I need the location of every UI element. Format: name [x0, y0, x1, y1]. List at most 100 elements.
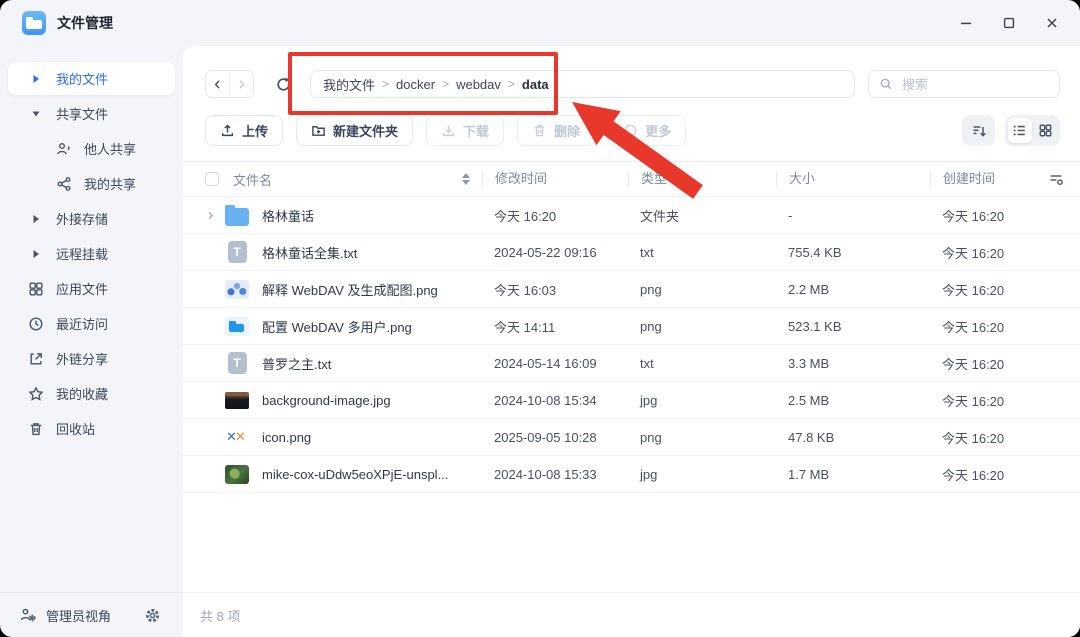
file-modified: 今天 14:11 — [482, 317, 628, 336]
list-view-button[interactable] — [1008, 118, 1032, 143]
file-type: txt — [628, 356, 776, 371]
more-circle-icon — [623, 123, 638, 138]
table-row[interactable]: mike-cox-uDdw5eoXPjE-unspl... 2024-10-08… — [183, 456, 1080, 493]
file-type: png — [628, 430, 776, 445]
star-icon — [28, 386, 44, 402]
breadcrumb-segment[interactable]: 我的文件 — [323, 75, 375, 94]
sidebar-item[interactable]: 我的共享 — [8, 167, 175, 200]
sidebar-item[interactable]: 外接存储 — [8, 202, 175, 235]
breadcrumb-separator: > — [442, 77, 449, 91]
file-size: 47.8 KB — [776, 430, 930, 445]
sidebar-item[interactable]: 外链分享 — [8, 342, 175, 375]
file-created: 今天 16:20 — [930, 317, 1030, 336]
column-header-name[interactable]: 文件名 — [233, 170, 482, 189]
toolbar: 上传 新建文件夹 下载 删除 更多 — [205, 115, 1060, 146]
breadcrumb-segment-current[interactable]: data — [522, 77, 549, 92]
new-folder-button[interactable]: 新建文件夹 — [296, 115, 413, 146]
file-created: 今天 16:20 — [930, 354, 1030, 373]
share-icon — [56, 176, 72, 192]
file-type: jpg — [628, 393, 776, 408]
file-type: txt — [628, 245, 776, 260]
txt-file-icon — [228, 352, 247, 374]
folder-plus-icon — [311, 123, 326, 138]
column-header-size[interactable]: 大小 — [776, 171, 930, 187]
sidebar-item-label: 我的收藏 — [56, 384, 108, 403]
image-thumbnail-icon — [225, 280, 249, 299]
minimize-button[interactable] — [958, 15, 974, 31]
settings-gear-icon[interactable] — [144, 607, 161, 624]
refresh-button[interactable] — [269, 70, 297, 98]
file-name: 格林童话全集.txt — [262, 243, 482, 262]
sort-arrows-icon[interactable] — [462, 173, 470, 185]
sidebar-item[interactable]: 回收站 — [8, 412, 175, 445]
file-modified: 今天 16:03 — [482, 280, 628, 299]
admin-view-label[interactable]: 管理员视角 — [46, 606, 111, 625]
file-size: 1.7 MB — [776, 467, 930, 482]
file-size: - — [776, 208, 930, 223]
caret-right-icon — [28, 246, 44, 262]
sidebar-item-label: 外链分享 — [56, 349, 108, 368]
app-title: 文件管理 — [57, 13, 113, 33]
forward-button[interactable] — [230, 71, 253, 97]
navigation-row: 我的文件 > docker > webdav > data — [205, 70, 1060, 98]
maximize-button[interactable] — [1001, 15, 1017, 31]
app-logo-folder-icon — [22, 11, 46, 35]
table-row[interactable]: icon.png 2025-09-05 10:28 png 47.8 KB 今天… — [183, 419, 1080, 456]
file-modified: 2024-05-14 16:09 — [482, 356, 628, 371]
table-row[interactable]: 格林童话全集.txt 2024-05-22 09:16 txt 755.4 KB… — [183, 234, 1080, 271]
search-input[interactable] — [900, 76, 1049, 93]
download-icon — [441, 123, 456, 138]
table-row[interactable]: 普罗之主.txt 2024-05-14 16:09 txt 3.3 MB 今天 … — [183, 345, 1080, 382]
table-row[interactable]: 配置 WebDAV 多用户.png 今天 14:11 png 523.1 KB … — [183, 308, 1080, 345]
column-header-type[interactable]: 类型 — [628, 171, 776, 187]
back-button[interactable] — [206, 71, 230, 97]
breadcrumb-segment[interactable]: webdav — [456, 77, 501, 92]
txt-file-icon — [228, 241, 247, 263]
view-mode-toggle — [1005, 115, 1060, 146]
sidebar-item-label: 我的文件 — [56, 69, 108, 88]
table-row[interactable]: 格林童话 今天 16:20 文件夹 - 今天 16:20 — [183, 197, 1080, 234]
expand-icon[interactable] — [205, 210, 221, 221]
search-icon — [879, 77, 893, 91]
image-thumbnail-icon — [225, 317, 249, 336]
sort-descending-icon — [971, 123, 987, 139]
blue-folder-icon — [225, 208, 249, 226]
table-row[interactable]: background-image.jpg 2024-10-08 15:34 jp… — [183, 382, 1080, 419]
breadcrumb-separator: > — [508, 77, 515, 91]
download-button[interactable]: 下载 — [426, 115, 504, 146]
grid-view-button[interactable] — [1034, 118, 1058, 143]
sidebar-item[interactable]: 我的收藏 — [8, 377, 175, 410]
view-controls — [962, 115, 1060, 146]
item-count: 共 8 项 — [200, 606, 240, 625]
file-modified: 今天 16:20 — [482, 206, 628, 225]
select-all-checkbox[interactable] — [205, 172, 219, 186]
sidebar-item[interactable]: 他人共享 — [8, 132, 175, 165]
caret-right-icon — [28, 211, 44, 227]
breadcrumb-segment[interactable]: docker — [396, 77, 435, 92]
window-controls — [958, 15, 1060, 31]
sidebar-item[interactable]: 我的文件 — [8, 62, 175, 95]
sidebar-item[interactable]: 远程挂载 — [8, 237, 175, 270]
sidebar-item[interactable]: 最近访问 — [8, 307, 175, 340]
sidebar-item-label: 应用文件 — [56, 279, 108, 298]
column-header-created[interactable]: 创建时间 — [930, 171, 1030, 187]
file-created: 今天 16:20 — [930, 280, 1030, 299]
column-settings-icon[interactable] — [1030, 171, 1064, 187]
column-header-modified[interactable]: 修改时间 — [482, 171, 628, 187]
trash-icon — [28, 421, 44, 437]
sidebar-item-label: 共享文件 — [56, 104, 108, 123]
delete-button[interactable]: 删除 — [517, 115, 595, 146]
more-button[interactable]: 更多 — [608, 115, 686, 146]
sort-button[interactable] — [962, 115, 995, 146]
status-bar: 共 8 项 — [183, 592, 1080, 637]
file-modified: 2024-05-22 09:16 — [482, 245, 628, 260]
sidebar-item[interactable]: 应用文件 — [8, 272, 175, 305]
file-size: 3.3 MB — [776, 356, 930, 371]
table-row[interactable]: 解释 WebDAV 及生成配图.png 今天 16:03 png 2.2 MB … — [183, 271, 1080, 308]
close-button[interactable] — [1044, 15, 1060, 31]
breadcrumb: 我的文件 > docker > webdav > data — [310, 70, 855, 98]
sidebar-item[interactable]: 共享文件 — [8, 97, 175, 130]
upload-button[interactable]: 上传 — [205, 115, 283, 146]
file-list: 格林童话 今天 16:20 文件夹 - 今天 16:20 格林童话全集.txt … — [183, 197, 1080, 592]
search-box — [868, 70, 1060, 98]
